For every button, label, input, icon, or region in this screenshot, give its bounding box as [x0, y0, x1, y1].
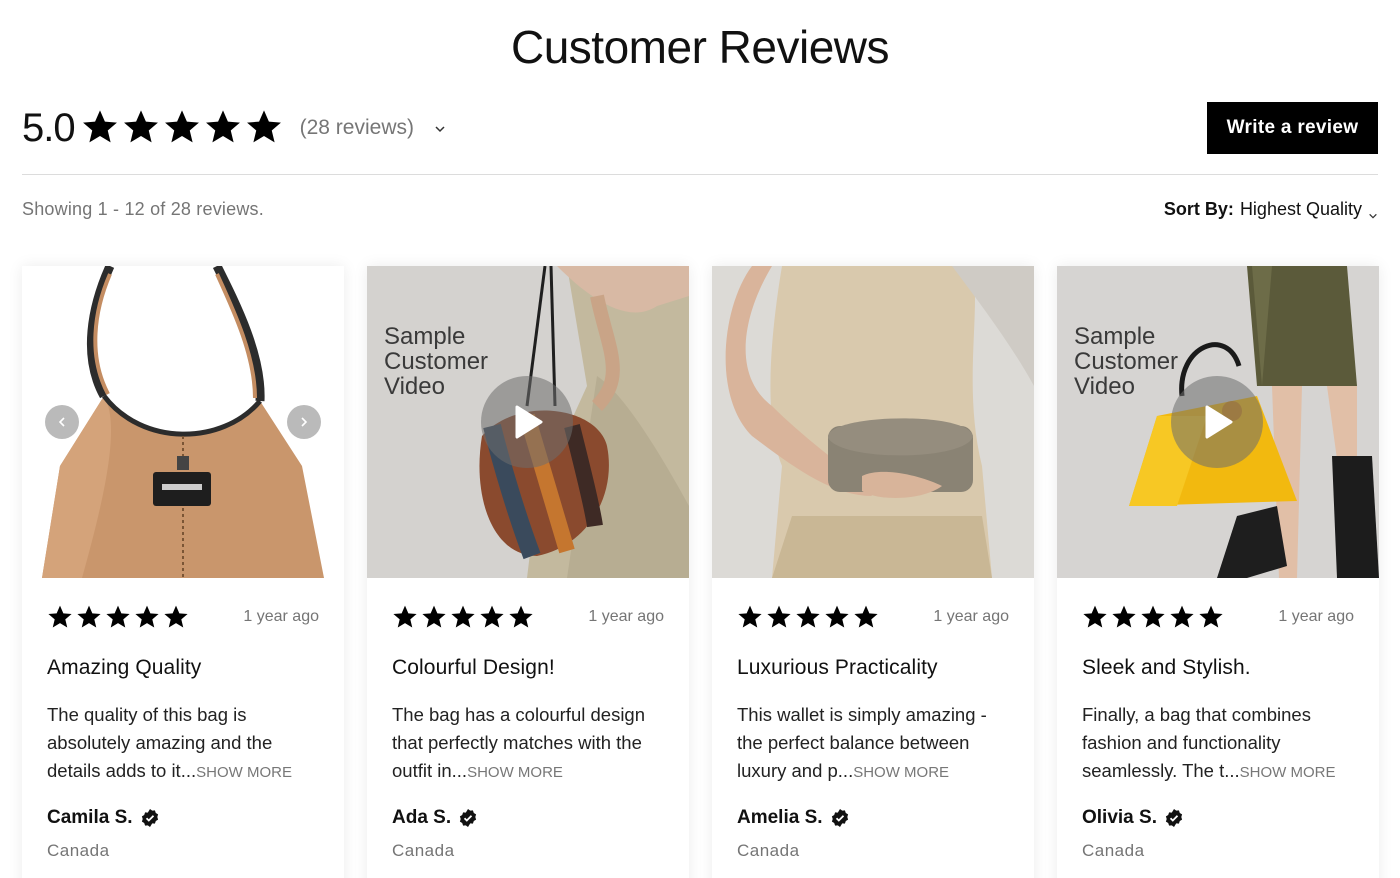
verified-badge-icon [1164, 808, 1184, 828]
review-title: Luxurious Practicality [737, 656, 938, 679]
star-icon [451, 605, 475, 628]
chevron-down-icon[interactable] [434, 122, 446, 134]
star-icon [1083, 605, 1107, 628]
star-icon [48, 605, 72, 628]
chevron-down-icon [1368, 205, 1378, 219]
write-review-button[interactable]: Write a review [1207, 102, 1378, 154]
show-more-link[interactable]: SHOW MORE [196, 764, 292, 781]
verified-badge-icon [830, 808, 850, 828]
show-more-link[interactable]: SHOW MORE [467, 764, 563, 781]
verified-badge-icon [458, 808, 478, 828]
star-icon [1170, 605, 1194, 628]
star-icon [106, 605, 130, 628]
sort-label: Sort By: [1163, 199, 1234, 219]
review-author: Ada S. [392, 807, 452, 828]
review-card: 1 year ago Amazing Quality The quality o… [22, 266, 344, 878]
review-media-video[interactable]: Sample Customer Video [367, 266, 689, 578]
star-icon [1112, 605, 1136, 628]
sample-video-label: Sample Customer Video [384, 323, 489, 400]
star-icon [393, 605, 417, 628]
sample-video-label: Sample Customer Video [1074, 323, 1179, 400]
page-title: Customer Reviews [511, 21, 890, 73]
review-card: Sample Customer Video 1 year ago Sleek a… [1057, 266, 1379, 878]
review-card: 1 year ago Luxurious Practicality This w… [712, 266, 1034, 878]
star-icon [204, 108, 245, 148]
star-icon [509, 605, 533, 628]
review-author: Amelia S. [737, 807, 823, 828]
star-icon [164, 605, 188, 628]
play-icon [515, 405, 543, 439]
review-country: Canada [47, 841, 110, 860]
show-more-link[interactable]: SHOW MORE [1240, 764, 1336, 781]
star-icon [854, 605, 878, 628]
star-icon [77, 605, 101, 628]
star-icon [738, 605, 762, 628]
chevron-left-icon [58, 417, 65, 427]
star-icon [163, 108, 204, 148]
review-cards: 1 year ago Amazing Quality The quality o… [22, 266, 1379, 878]
review-date: 1 year ago [1278, 608, 1354, 625]
sort-dropdown[interactable]: Sort By: Highest Quality [1164, 199, 1378, 220]
star-icon [1141, 605, 1165, 628]
star-icon [767, 605, 791, 628]
review-date: 1 year ago [588, 608, 664, 625]
play-icon [1205, 405, 1233, 439]
review-stars [1082, 604, 1224, 630]
review-stars [392, 604, 534, 630]
star-icon [1199, 605, 1223, 628]
review-text: The bag has a colourful design that perf… [392, 701, 664, 785]
review-author: Olivia S. [1082, 807, 1157, 828]
star-icon [245, 108, 286, 148]
review-stars [47, 604, 189, 630]
review-card: Sample Customer Video 1 year ago Colourf… [367, 266, 689, 878]
review-date: 1 year ago [243, 608, 319, 625]
review-media-image[interactable] [712, 266, 1034, 578]
review-title: Colourful Design! [392, 656, 555, 679]
review-media-video[interactable]: Sample Customer Video [1057, 266, 1379, 578]
next-image-button[interactable] [287, 405, 321, 439]
star-icon [480, 605, 504, 628]
star-icon [422, 605, 446, 628]
rating-summary: 5.0 (28 reviews) [22, 104, 446, 152]
review-country: Canada [737, 841, 800, 860]
review-text: The quality of this bag is absolutely am… [47, 701, 319, 785]
star-icon [796, 605, 820, 628]
review-count-toggle[interactable]: (28 reviews) [300, 116, 414, 140]
taupe-clutch-photo [712, 266, 1034, 578]
review-stars [737, 604, 879, 630]
play-video-button[interactable] [481, 376, 573, 468]
review-country: Canada [392, 841, 455, 860]
average-stars [81, 108, 286, 148]
review-country: Canada [1082, 841, 1145, 860]
review-author: Camila S. [47, 807, 133, 828]
chevron-right-icon [301, 417, 308, 427]
verified-badge-icon [140, 808, 160, 828]
star-icon [122, 108, 163, 148]
review-date: 1 year ago [933, 608, 1009, 625]
divider [22, 174, 1378, 175]
review-text: This wallet is simply amazing - the perf… [737, 701, 1009, 785]
star-icon [825, 605, 849, 628]
show-more-link[interactable]: SHOW MORE [853, 764, 949, 781]
previous-image-button[interactable] [45, 405, 79, 439]
sort-value: Highest Quality [1239, 199, 1362, 219]
showing-count: Showing 1 - 12 of 28 reviews. [22, 199, 264, 219]
review-text: Finally, a bag that combines fashion and… [1082, 701, 1354, 785]
review-media-image[interactable] [22, 266, 344, 578]
average-rating: 5.0 [22, 105, 76, 150]
star-icon [135, 605, 159, 628]
review-title: Sleek and Stylish. [1082, 656, 1251, 679]
star-icon [81, 108, 122, 148]
review-title: Amazing Quality [47, 656, 202, 679]
play-video-button[interactable] [1171, 376, 1263, 468]
